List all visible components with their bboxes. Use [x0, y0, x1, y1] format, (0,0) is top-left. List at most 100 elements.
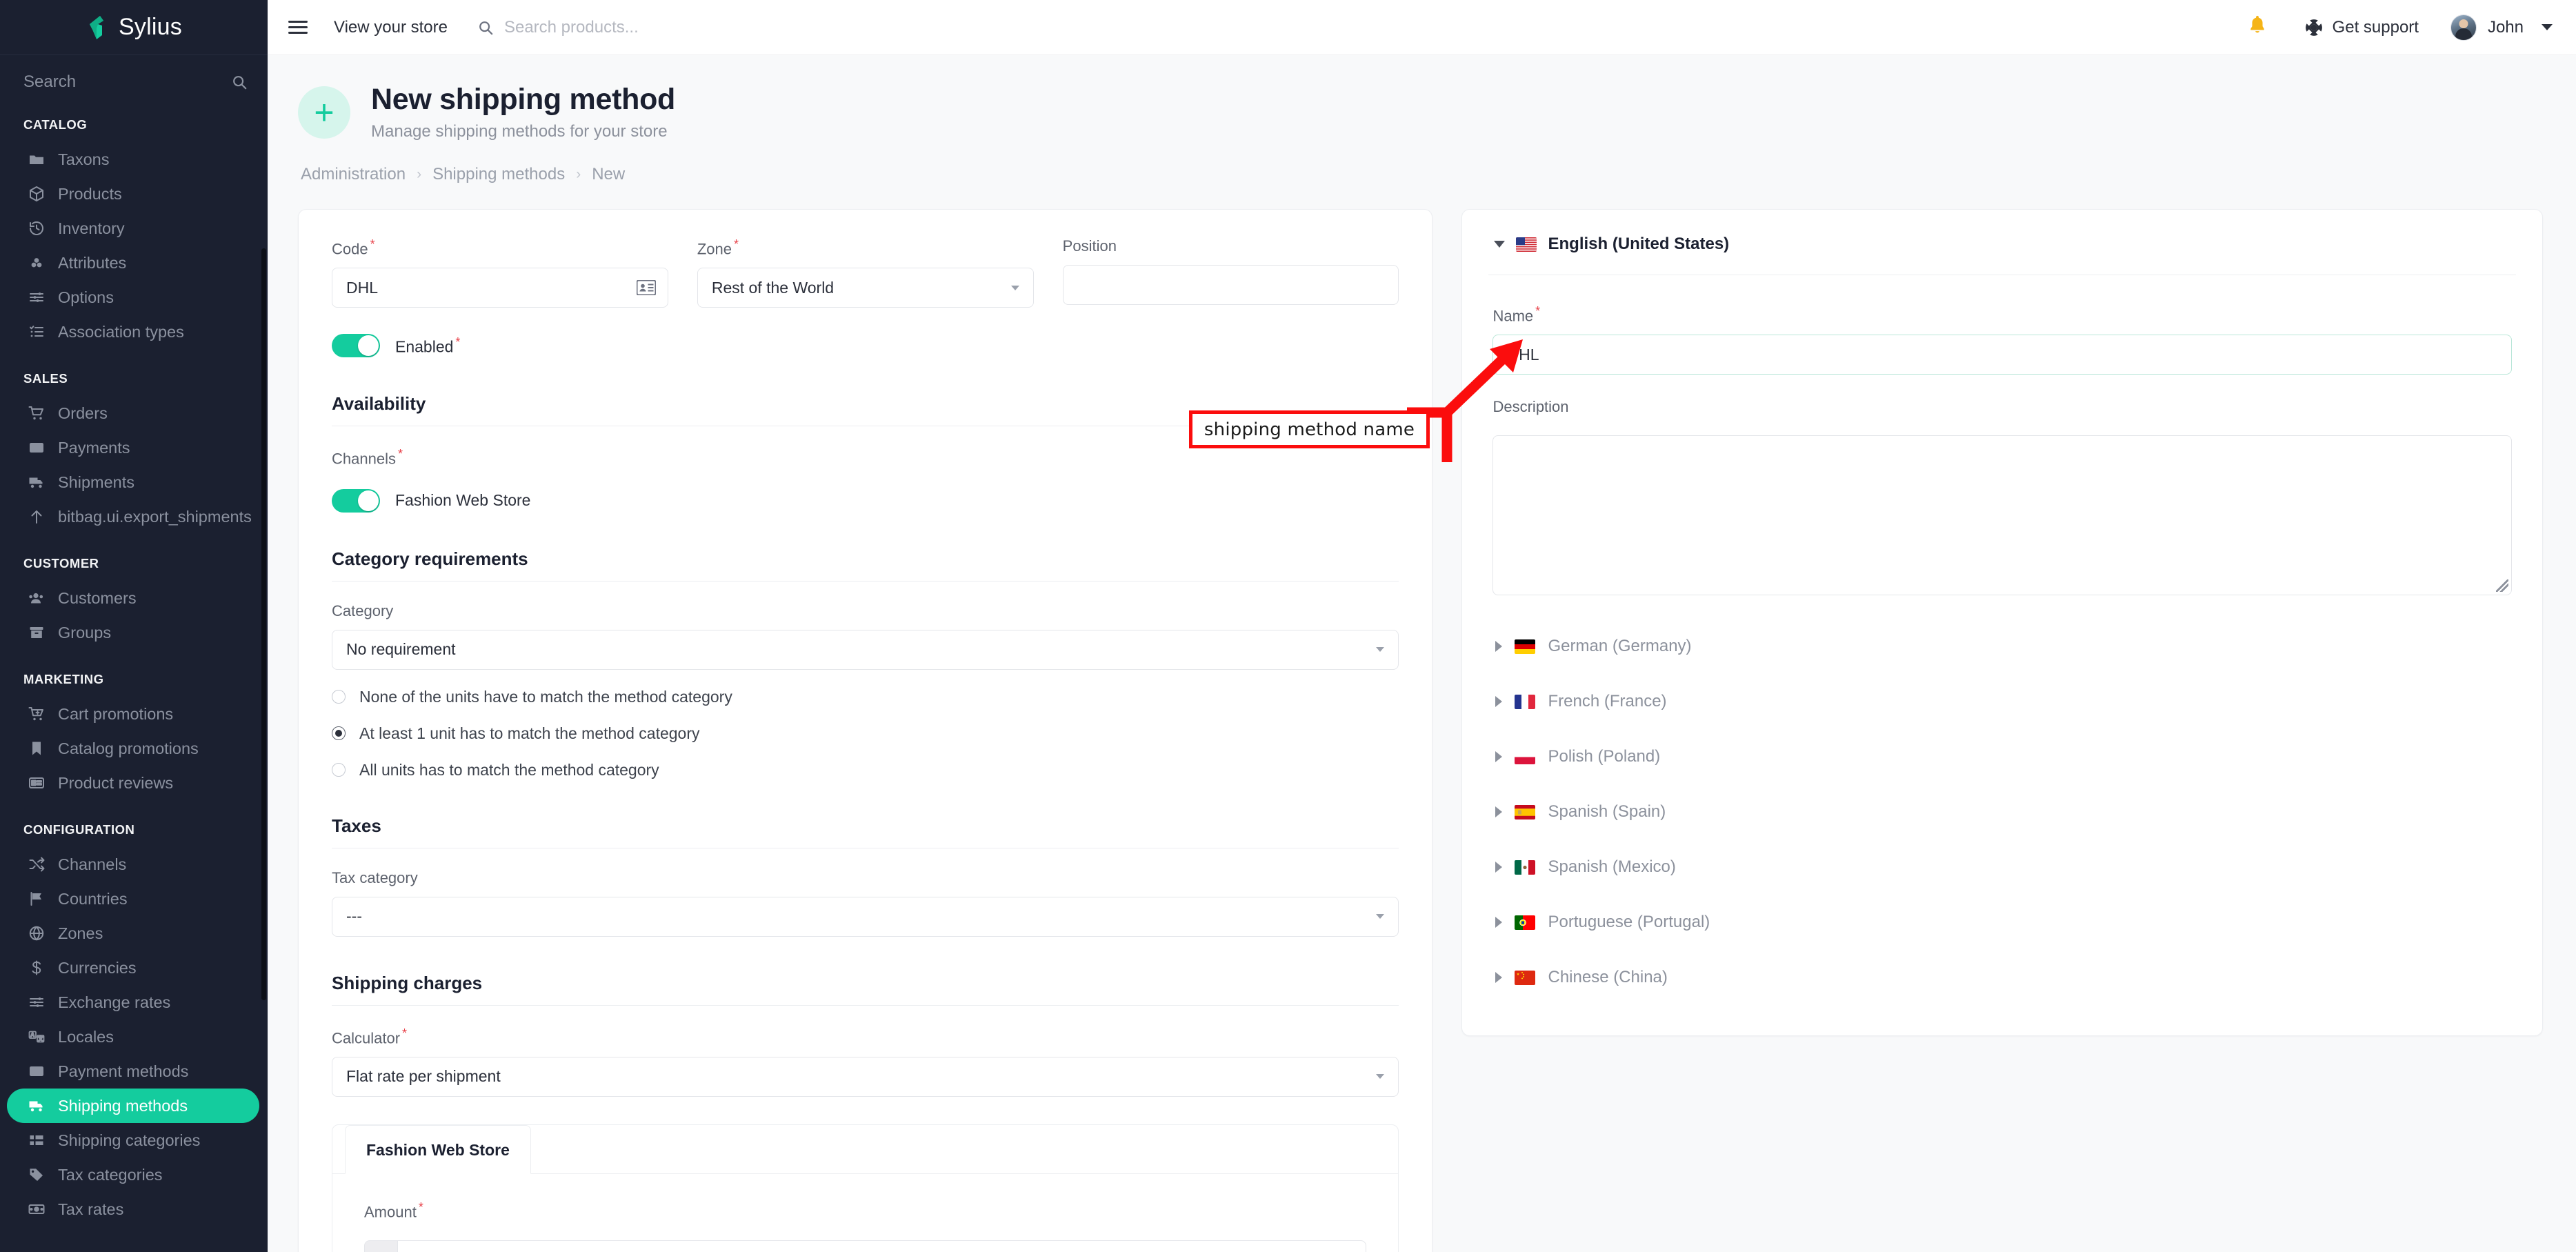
sidebar-item-currencies[interactable]: Currencies	[7, 951, 259, 985]
resize-handle-icon[interactable]	[2496, 579, 2508, 593]
sidebar-item-association-types[interactable]: Association types	[7, 315, 259, 349]
brand-logo[interactable]: Sylius	[0, 0, 268, 55]
locale-row-spanish-mexico[interactable]: Spanish (Mexico)	[1488, 839, 2516, 895]
locale-row-portuguese-portugal[interactable]: Portuguese (Portugal)	[1488, 895, 2516, 950]
sidebar-item-countries[interactable]: Countries	[7, 882, 259, 916]
credit-card-icon	[30, 443, 43, 453]
position-field-group: Position	[1062, 237, 1399, 308]
bookmark-icon	[28, 739, 46, 757]
locale-row-spanish-spain[interactable]: Spanish (Spain)	[1488, 784, 2516, 839]
enabled-toggle[interactable]	[332, 334, 380, 358]
sidebar-item-tax-categories[interactable]: Tax categories	[7, 1157, 259, 1192]
chevron-right-icon[interactable]	[1495, 917, 1503, 928]
arrow-up-icon	[31, 510, 42, 524]
sidebar-item-product-reviews[interactable]: Product reviews	[7, 766, 259, 800]
flag-de-icon	[1515, 639, 1536, 654]
sidebar-scrollbar[interactable]	[261, 248, 266, 1000]
locale-row-polish-poland[interactable]: Polish (Poland)	[1488, 729, 2516, 784]
sidebar-item-products[interactable]: Products	[7, 177, 259, 211]
chevron-right-icon[interactable]	[1495, 972, 1503, 984]
category-select[interactable]: No requirement	[332, 629, 1399, 670]
chevron-right-icon[interactable]	[1495, 641, 1503, 653]
sidebar-item-payment-methods[interactable]: Payment methods	[7, 1054, 259, 1089]
locale-row-french-france[interactable]: French (France)	[1488, 674, 2516, 729]
sidebar-item-groups[interactable]: Groups	[7, 615, 259, 650]
sidebar-item-locales[interactable]: A 文 Locales	[7, 1020, 259, 1054]
sidebar-item-orders[interactable]: Orders	[7, 396, 259, 430]
sidebar-item-exchange-rates[interactable]: Exchange rates	[7, 985, 259, 1020]
view-store-link[interactable]: View your store	[334, 18, 448, 37]
breadcrumb-item-administration[interactable]: Administration	[301, 165, 406, 184]
sidebar-item-zones[interactable]: Zones	[7, 916, 259, 951]
sidebar-item-cart-promotions[interactable]: Cart promotions	[7, 697, 259, 731]
flag-icon	[28, 890, 46, 908]
radio-button[interactable]	[332, 726, 346, 741]
page-subtitle: Manage shipping methods for your store	[371, 122, 668, 141]
sidebar-item-channels[interactable]: Channels	[7, 847, 259, 882]
position-input[interactable]	[1062, 265, 1399, 305]
sidebar-item-tax-rates[interactable]: Tax rates	[7, 1192, 259, 1226]
hamburger-icon[interactable]	[288, 17, 308, 37]
zone-select[interactable]: Rest of the World	[697, 268, 1034, 308]
sidebar-item-options[interactable]: Options	[7, 280, 259, 315]
flag-es-icon	[1515, 804, 1536, 819]
radio-button[interactable]	[332, 763, 346, 777]
locale-row-german-germany[interactable]: German (Germany)	[1488, 619, 2516, 674]
user-menu[interactable]: John	[2450, 14, 2553, 41]
locale-name: Polish (Poland)	[1548, 747, 1661, 766]
breadcrumb-item-new[interactable]: New	[592, 165, 625, 184]
name-input[interactable]: DHL	[1492, 335, 2512, 375]
sidebar-item-label: Zones	[58, 924, 103, 942]
banknote-icon	[28, 1200, 46, 1218]
code-field-group: Code * DHL	[332, 237, 668, 308]
sidebar-item-shipping-categories[interactable]: Shipping categories	[7, 1123, 259, 1157]
chevron-right-icon[interactable]	[1495, 696, 1503, 708]
brand-name: Sylius	[119, 14, 182, 40]
sidebar-item-customers[interactable]: Customers	[7, 581, 259, 615]
sliders-icon	[28, 993, 46, 1011]
sidebar-item-shipping-methods[interactable]: Shipping methods	[7, 1089, 259, 1123]
cart-icon	[28, 406, 43, 420]
sidebar-item-label: Association types	[58, 322, 184, 341]
nav-group-title: MARKETING	[23, 672, 104, 686]
sidebar-item-taxons[interactable]: Taxons	[7, 142, 259, 177]
category-requirement-option-2[interactable]: All units has to match the method catego…	[332, 761, 1399, 779]
locale-row-chinese-china[interactable]: Chinese (China)	[1488, 950, 2516, 1005]
description-textarea[interactable]	[1492, 435, 2512, 596]
category-requirement-option-0[interactable]: None of the units have to match the meth…	[332, 688, 1399, 706]
shipping-method-form-card: Code * DHL Zone * Rest of the World Posi…	[298, 209, 1433, 1252]
code-input[interactable]: DHL	[332, 268, 668, 308]
sidebar-item-catalog-promotions[interactable]: Catalog promotions	[7, 731, 259, 766]
sidebar-item-payments[interactable]: Payments	[7, 430, 259, 465]
chevron-right-icon[interactable]	[1495, 751, 1503, 763]
get-support-button[interactable]: Get support	[2305, 18, 2419, 37]
chevron-down-icon	[1010, 285, 1019, 290]
id-card-icon[interactable]	[636, 280, 656, 296]
sidebar-item-shipments[interactable]: Shipments	[7, 465, 259, 499]
sidebar-search[interactable]: Search	[0, 55, 268, 109]
sidebar-item-label: Channels	[58, 855, 127, 873]
breadcrumb-item-shipping-methods[interactable]: Shipping methods	[432, 165, 565, 184]
category-requirement-option-1[interactable]: At least 1 unit has to match the method …	[332, 724, 1399, 743]
tax-category-select[interactable]: ---	[332, 896, 1399, 937]
product-search[interactable]: Search products...	[478, 18, 639, 37]
sidebar-item-bitbag-ui-export-shipments[interactable]: bitbag.ui.export_shipments	[7, 499, 259, 534]
chevron-right-icon[interactable]	[1495, 862, 1503, 873]
active-locale-header[interactable]: English (United States)	[1488, 235, 2516, 275]
calculator-select[interactable]: Flat rate per shipment	[332, 1056, 1399, 1097]
calculator-tab-panel: Amount* $ 10	[332, 1174, 1398, 1252]
sidebar-item-label: Taxons	[58, 150, 110, 168]
radio-label: None of the units have to match the meth…	[359, 687, 732, 706]
search-icon[interactable]	[232, 74, 247, 90]
sidebar-item-inventory[interactable]: Inventory	[7, 211, 259, 246]
sidebar-item-attributes[interactable]: Attributes	[7, 246, 259, 280]
chevron-right-icon[interactable]	[1495, 806, 1503, 818]
channel-toggle-fashion-web-store[interactable]	[332, 488, 380, 513]
bell-icon[interactable]	[2248, 15, 2266, 39]
radio-button[interactable]	[332, 690, 346, 704]
users-icon	[28, 589, 46, 607]
folder-icon	[28, 150, 46, 168]
tab-fashion-web-store[interactable]: Fashion Web Store	[345, 1124, 531, 1174]
chevron-down-icon[interactable]	[1494, 241, 1506, 248]
amount-input[interactable]: 10	[397, 1240, 1367, 1252]
